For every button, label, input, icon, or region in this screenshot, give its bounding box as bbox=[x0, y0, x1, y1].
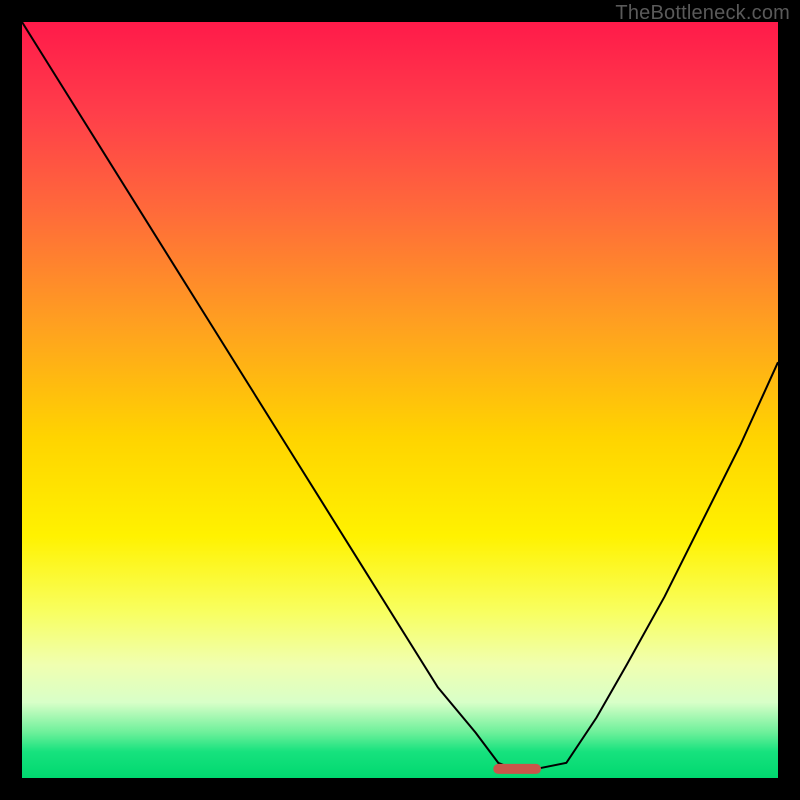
watermark-text: TheBottleneck.com bbox=[615, 2, 790, 25]
chart-frame: TheBottleneck.com bbox=[0, 0, 800, 800]
gradient-plot-area bbox=[22, 22, 778, 778]
